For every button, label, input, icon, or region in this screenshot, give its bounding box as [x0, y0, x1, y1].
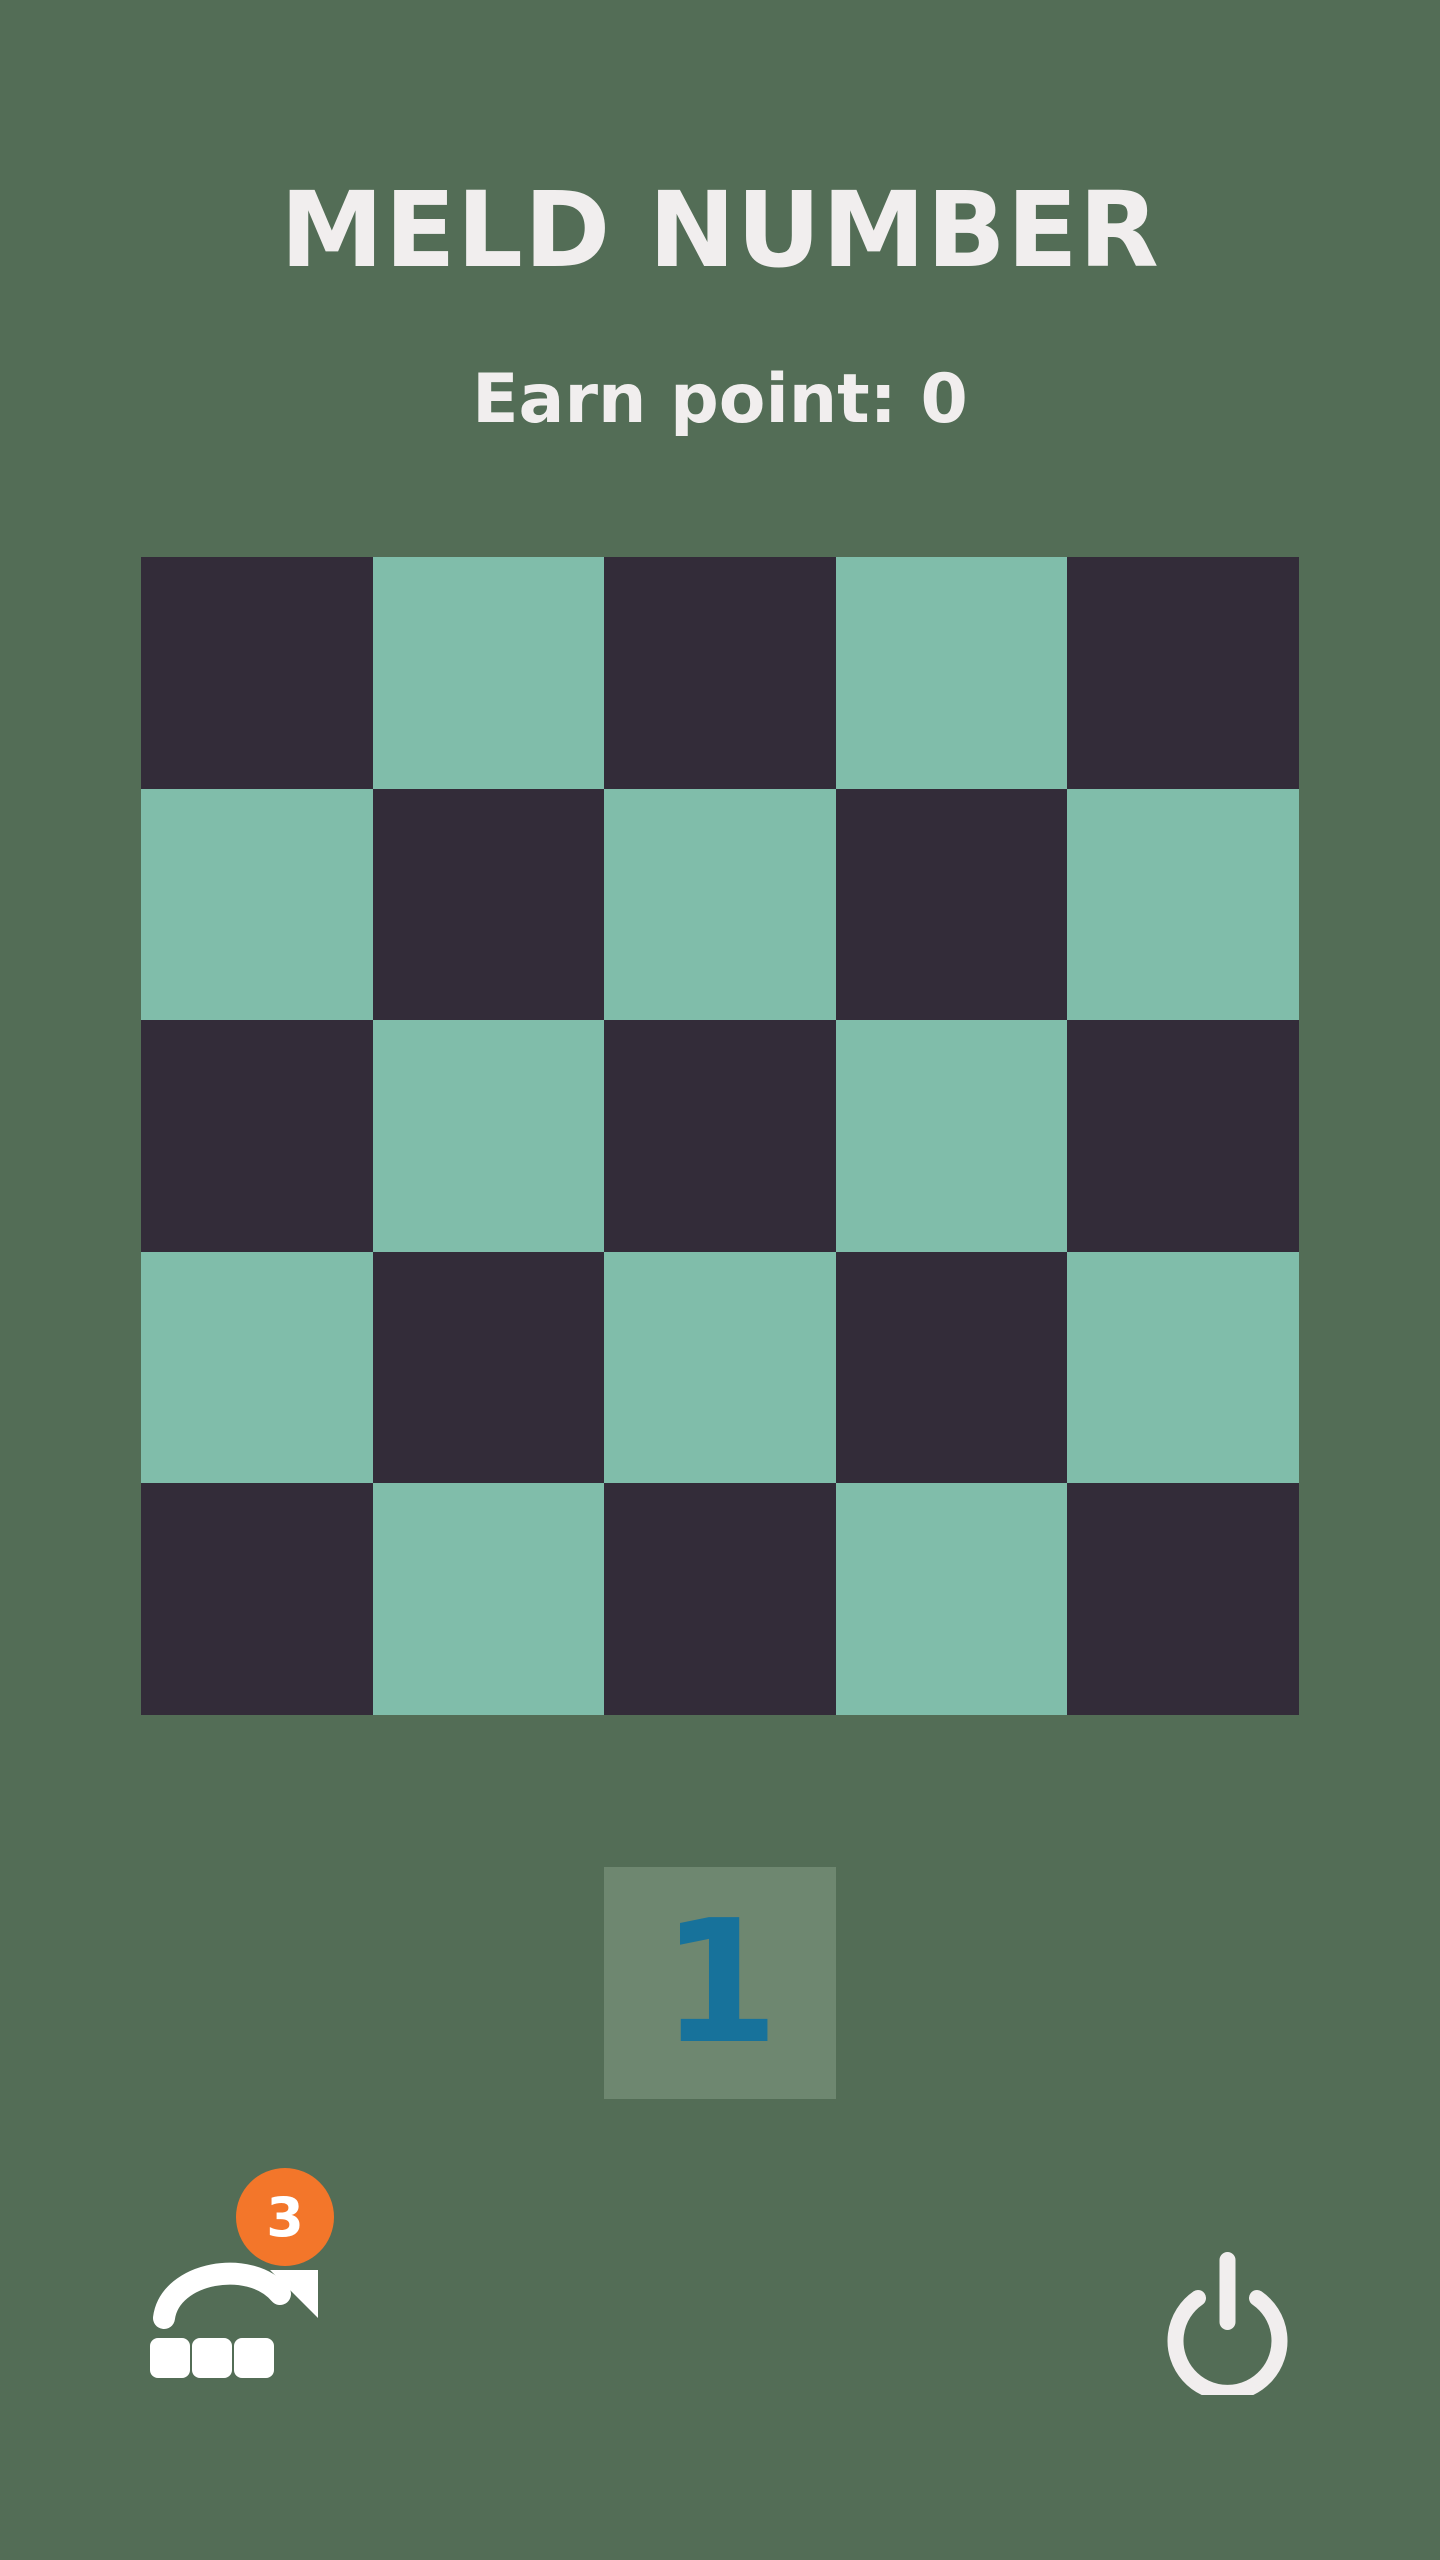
board-cell[interactable] [604, 1251, 836, 1484]
board-cell[interactable] [604, 1483, 836, 1715]
board-cell[interactable] [372, 1483, 605, 1715]
board-cell[interactable] [141, 1251, 373, 1484]
board-cell[interactable] [604, 788, 836, 1021]
swap-count-badge: 3 [236, 2168, 334, 2266]
board-cell[interactable] [372, 788, 605, 1021]
board-cell[interactable] [141, 1020, 373, 1252]
board-cell[interactable] [835, 557, 1068, 789]
board-cell[interactable] [835, 788, 1068, 1021]
game-title: MELD NUMBER [280, 169, 1160, 291]
board-cell[interactable] [1067, 1483, 1299, 1715]
next-number-tile[interactable]: 1 [604, 1867, 836, 2099]
board-cell[interactable] [372, 1020, 605, 1252]
board-cell[interactable] [1067, 788, 1299, 1021]
score-display: Earn point: 0 [472, 360, 968, 439]
board-cell[interactable] [835, 1251, 1068, 1484]
swap-tiles-button[interactable]: 3 [140, 2160, 350, 2390]
board-cell[interactable] [141, 1483, 373, 1715]
board-cell[interactable] [1067, 1020, 1299, 1252]
board-cell[interactable] [604, 1020, 836, 1252]
board-cell[interactable] [141, 557, 373, 789]
board-cell[interactable] [1067, 557, 1299, 789]
board-cell[interactable] [604, 557, 836, 789]
board-cell[interactable] [835, 1483, 1068, 1715]
board-cell[interactable] [372, 1251, 605, 1484]
game-board [141, 557, 1299, 1715]
board-cell[interactable] [1067, 1251, 1299, 1484]
power-icon [1167, 2252, 1288, 2401]
next-number-value: 1 [660, 1884, 780, 2082]
board-cell[interactable] [372, 557, 605, 789]
board-cell[interactable] [835, 1020, 1068, 1252]
power-button[interactable] [1160, 2250, 1295, 2401]
board-cell[interactable] [141, 788, 373, 1021]
